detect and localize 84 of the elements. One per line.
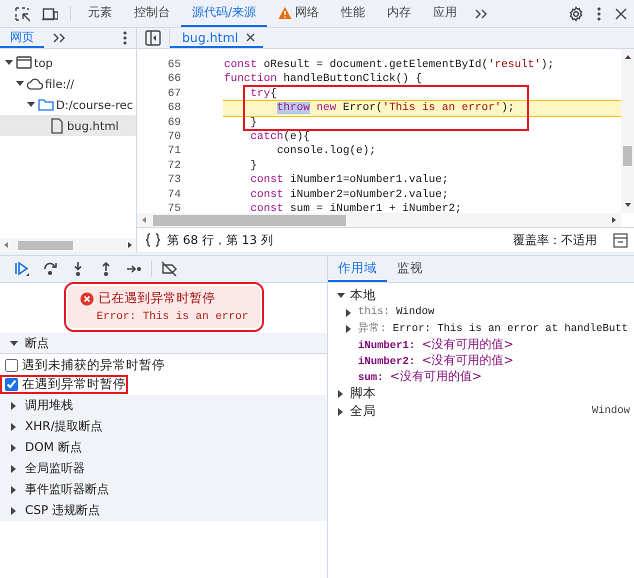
code-line: function handleButtonClick() { xyxy=(223,72,424,88)
panel-tab[interactable]: 应用 xyxy=(422,0,468,27)
scope-group[interactable]: 全局 xyxy=(350,402,376,420)
panel-tab[interactable]: 控制台 xyxy=(123,0,181,27)
horizontal-scrollbar[interactable] xyxy=(137,213,621,227)
braces-icon xyxy=(145,232,161,248)
scope-group[interactable]: 本地 xyxy=(350,286,376,304)
file-tree-item[interactable]: file:// xyxy=(0,73,136,94)
resume-icon xyxy=(14,261,30,277)
file-tree-item[interactable]: bug.html xyxy=(0,115,136,136)
cloud-icon xyxy=(27,76,43,92)
code-line: console.log(e); xyxy=(276,144,377,160)
vertical-scrollbar[interactable] xyxy=(621,49,634,213)
panel-tab[interactable]: 元素 xyxy=(77,0,123,27)
device-icon xyxy=(42,6,58,22)
line-number[interactable]: 72 xyxy=(137,158,223,174)
horizontal-scrollbar[interactable] xyxy=(0,238,136,252)
settings-icon xyxy=(568,6,584,22)
code-line: } xyxy=(249,116,258,131)
panel-tab[interactable]: 网络 xyxy=(267,0,330,27)
line-number[interactable]: 69 xyxy=(137,116,223,130)
sidebar-tab[interactable]: 作用域 xyxy=(328,256,387,282)
scroll-up-icon xyxy=(624,54,632,60)
scope-variable: iNumber1: <没有可用的值> xyxy=(358,336,514,352)
sidebar-tab[interactable]: 监视 xyxy=(387,256,433,282)
chevrons-icon xyxy=(52,31,66,45)
scroll-right-icon xyxy=(611,216,617,224)
scroll-right-icon xyxy=(127,241,133,249)
file-tab[interactable]: bug.html xyxy=(170,28,264,48)
line-number[interactable]: 66 xyxy=(137,72,223,87)
paused-title: 已在遇到异常时暂停 xyxy=(98,290,216,307)
scope-value: Window xyxy=(592,405,631,417)
kebab-icon xyxy=(596,6,602,22)
scope-group[interactable]: 脚本 xyxy=(350,384,376,402)
scope-variable: iNumber2: <没有可用的值> xyxy=(358,352,514,368)
line-number[interactable]: 70 xyxy=(137,130,223,144)
sidebar-icon xyxy=(145,30,161,46)
error-message: Error: This is an error xyxy=(96,310,248,323)
kebab-icon xyxy=(122,31,128,45)
checkbox[interactable] xyxy=(5,359,18,372)
close-icon[interactable] xyxy=(246,32,256,42)
drawer-button[interactable] xyxy=(613,232,628,248)
checkbox-label[interactable]: 在遇到异常时暂停 xyxy=(22,376,126,393)
coverage-label: 覆盖率：不适用 xyxy=(513,232,597,248)
line-number[interactable]: 75 xyxy=(137,202,223,213)
code-line: const iNumber2=oNumber2.value; xyxy=(249,188,450,203)
file-tree-item[interactable]: top xyxy=(0,52,136,73)
panel-tab[interactable]: 内存 xyxy=(376,0,422,27)
scope-variable: sum: <没有可用的值> xyxy=(358,368,482,384)
folder-icon xyxy=(38,96,54,112)
file-icon xyxy=(49,118,65,134)
code-line: } xyxy=(249,158,258,174)
frame-icon xyxy=(16,54,32,70)
line-number[interactable]: 74 xyxy=(137,188,223,202)
pretty-print-button[interactable] xyxy=(145,232,161,248)
line-number[interactable]: 65 xyxy=(137,58,223,72)
scrollbar-thumb[interactable] xyxy=(623,146,632,166)
line-number[interactable]: 67 xyxy=(137,86,223,102)
error-icon xyxy=(80,292,94,306)
code-line: catch(e){ xyxy=(249,130,311,145)
deactivate-breakpoints-icon xyxy=(161,261,177,277)
scope-variable: 异常: Error: This is an error at handleButt xyxy=(358,321,628,335)
checkbox[interactable] xyxy=(5,378,18,391)
code-line: const iNumber1=oNumber1.value; xyxy=(249,173,450,188)
code-line: const oResult = document.getElementById('result'); xyxy=(223,58,556,73)
expanded-arrow-icon[interactable] xyxy=(336,290,346,300)
scroll-down-icon xyxy=(624,202,632,208)
line-number[interactable]: 68 xyxy=(137,101,223,116)
cursor-position: 第 68 行，第 13 列 xyxy=(167,232,273,248)
scope-variable: this: Window xyxy=(358,306,434,318)
chevrons-icon xyxy=(474,6,488,20)
drawer-icon xyxy=(613,232,628,248)
scroll-left-icon xyxy=(3,241,9,249)
scroll-left-icon xyxy=(141,216,147,224)
close-icon xyxy=(614,6,628,20)
step-over-icon xyxy=(42,261,58,277)
panel-tab[interactable]: 性能 xyxy=(330,0,376,27)
code-line: const sum = iNumber1 + iNumber2; xyxy=(249,202,463,213)
line-number[interactable]: 73 xyxy=(137,173,223,188)
inspect-element-icon xyxy=(14,6,30,22)
line-number[interactable]: 71 xyxy=(137,144,223,159)
code-line: try{ xyxy=(249,86,278,102)
checkbox-label[interactable]: 遇到未捕获的异常时暂停 xyxy=(22,357,165,374)
file-tree-item[interactable]: D:/course-rec xyxy=(0,94,136,115)
